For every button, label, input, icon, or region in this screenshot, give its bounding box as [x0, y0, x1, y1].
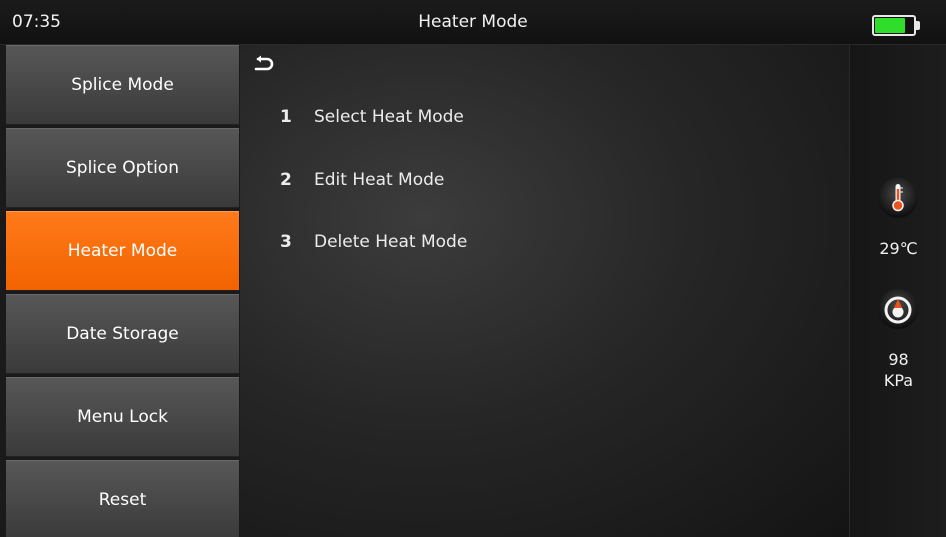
main-panel: 1 Select Heat Mode 2 Edit Heat Mode 3 De…: [240, 45, 849, 537]
menu-item-label: Delete Heat Mode: [314, 232, 468, 252]
sidebar-item-splice-option[interactable]: Splice Option: [6, 128, 239, 208]
pressure-gauge-icon: [878, 289, 918, 329]
pressure-unit: KPa: [883, 371, 914, 390]
status-bar: 07:35 Heater Mode: [0, 0, 946, 45]
sidebar-item-date-storage[interactable]: Date Storage: [6, 294, 239, 374]
sidebar-item-label: Date Storage: [66, 324, 179, 344]
sidebar-item-heater-mode[interactable]: Heater Mode: [6, 211, 239, 291]
page-title: Heater Mode: [418, 12, 528, 32]
sidebar-item-label: Splice Mode: [71, 75, 174, 95]
sidebar-item-splice-mode[interactable]: Splice Mode: [6, 45, 239, 125]
menu-item-label: Select Heat Mode: [314, 107, 464, 127]
menu-item-select-heat-mode[interactable]: 1 Select Heat Mode: [280, 107, 464, 127]
battery-icon: [872, 15, 920, 36]
sidebar-item-label: Menu Lock: [77, 407, 168, 427]
menu-item-edit-heat-mode[interactable]: 2 Edit Heat Mode: [280, 170, 444, 190]
sidebar-item-reset[interactable]: Reset: [6, 460, 239, 537]
sidebar-item-menu-lock[interactable]: Menu Lock: [6, 377, 239, 457]
sidebar-item-label: Splice Option: [66, 158, 179, 178]
menu-item-number: 3: [280, 232, 292, 252]
sidebar: Splice Mode Splice Option Heater Mode Da…: [0, 45, 240, 537]
status-panel: 29℃ 98 KPa: [849, 45, 946, 537]
menu-item-delete-heat-mode[interactable]: 3 Delete Heat Mode: [280, 232, 467, 252]
menu-item-number: 2: [280, 170, 292, 190]
temperature-value: 29℃: [879, 239, 918, 258]
sidebar-item-label: Heater Mode: [67, 241, 178, 261]
pressure-value: 98: [888, 350, 909, 369]
menu-item-number: 1: [280, 107, 292, 127]
sidebar-item-label: Reset: [98, 490, 147, 510]
thermometer-icon: [878, 178, 918, 218]
menu-item-label: Edit Heat Mode: [314, 170, 445, 190]
return-arrow-icon[interactable]: [254, 55, 274, 73]
